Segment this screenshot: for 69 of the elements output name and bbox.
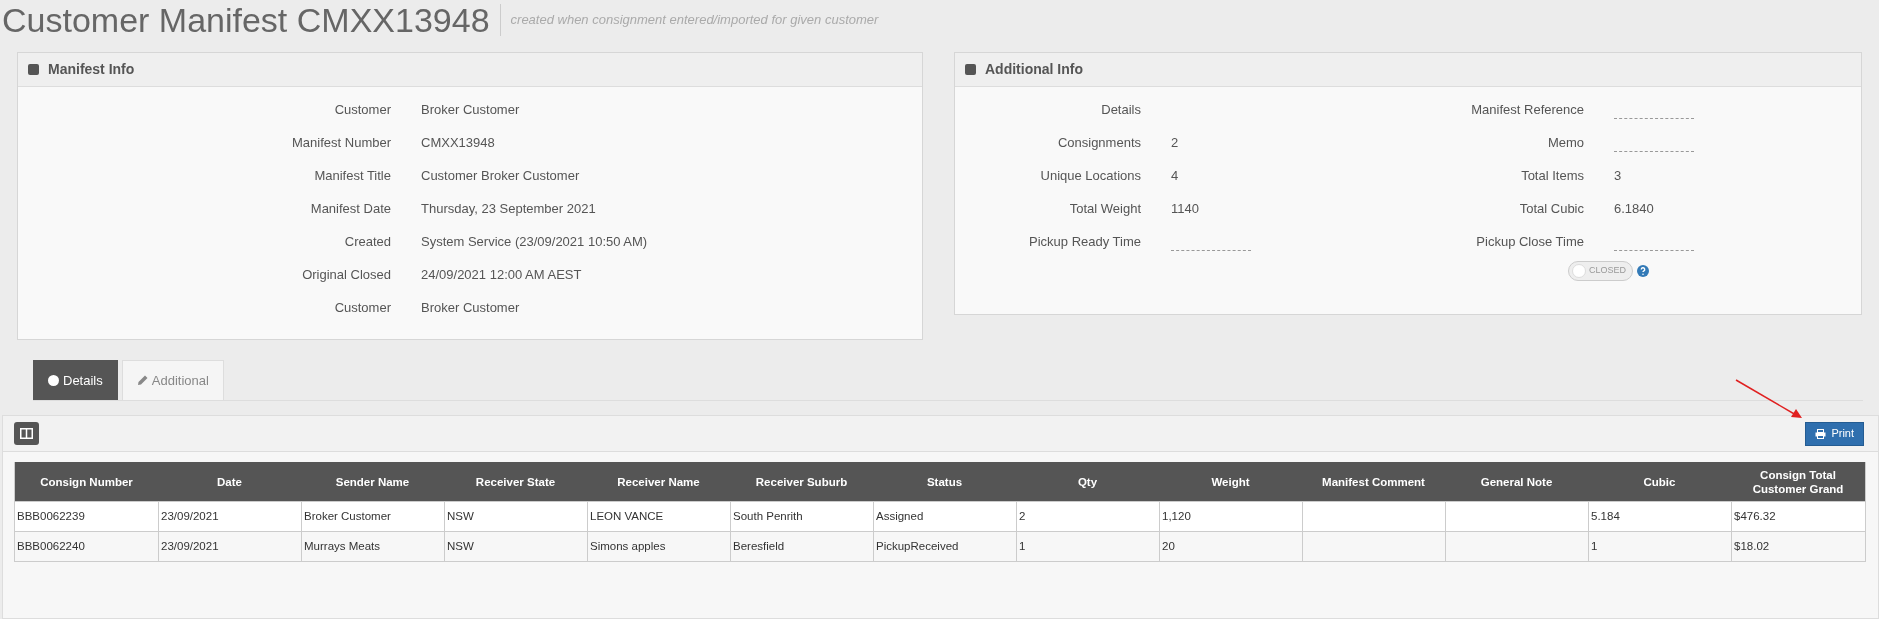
page-subtitle: created when consignment entered/imported for given customer	[510, 11, 879, 30]
column-header[interactable]: Cubic	[1588, 462, 1731, 501]
panel-title: Manifest Info	[48, 60, 135, 79]
field-label: Manifest Number	[291, 134, 391, 152]
printer-icon	[1815, 428, 1827, 439]
field-label: Total Cubic	[1518, 200, 1584, 218]
table-cell: 1	[1016, 532, 1159, 561]
column-header[interactable]: Status	[873, 462, 1016, 501]
field-label: Original Closed	[301, 266, 391, 284]
field-label: Pickup Ready Time	[1028, 233, 1141, 251]
field-value: System Service (23/09/2021 10:50 AM)	[421, 233, 649, 251]
field-value: 2	[1171, 134, 1180, 152]
table-cell-text: BBB0062239	[16, 508, 86, 524]
annotation-arrow	[1734, 378, 1804, 420]
table-cell: Simons apples	[587, 532, 730, 561]
field-label: Customer	[333, 101, 391, 119]
table-cell: 23/09/2021	[158, 532, 301, 561]
field-value: Thursday, 23 September 2021	[421, 200, 597, 218]
field-label: Total Items	[1520, 167, 1584, 185]
field-label: Memo	[1546, 134, 1584, 152]
field-value: CMXX13948	[421, 134, 496, 152]
field-label: Consignments	[1056, 134, 1141, 152]
table-cell: Beresfield	[730, 532, 873, 561]
table-cell: 1	[1588, 532, 1731, 561]
column-header[interactable]: Manifest Comment	[1302, 462, 1445, 501]
circle-icon	[48, 375, 59, 386]
field-label: Manifest Reference	[1470, 101, 1584, 119]
field-value: 3	[1614, 167, 1623, 185]
column-header[interactable]: Date	[158, 462, 301, 501]
field-value: 24/09/2021 12:00 AM AEST	[421, 266, 583, 284]
field-label: Customer	[333, 299, 391, 317]
field-label: Unique Locations	[1039, 167, 1141, 185]
panel-title: Additional Info	[985, 60, 1083, 79]
column-header[interactable]: Sender Name	[301, 462, 444, 501]
field-value: 6.1840	[1614, 200, 1655, 218]
field-value: 1140	[1171, 200, 1200, 218]
field-value: Broker Customer	[421, 101, 521, 119]
table-cell: PickupReceived	[873, 532, 1016, 561]
field-label: Manifest Title	[313, 167, 391, 185]
tab[interactable]: Details	[33, 360, 118, 400]
print-button[interactable]: Print	[1805, 421, 1864, 446]
field-label: Created	[343, 233, 391, 251]
square-icon	[28, 64, 39, 75]
help-icon[interactable]	[1637, 265, 1649, 277]
field-label: Total Weight	[1068, 200, 1141, 218]
column-header[interactable]: Weight	[1159, 462, 1302, 501]
field-value: Broker Customer	[421, 299, 521, 317]
field-value: 4	[1171, 167, 1180, 185]
table-cell-text: BBB0062240	[16, 538, 86, 554]
field-label: Details	[1100, 101, 1141, 119]
square-icon	[965, 64, 976, 75]
field-label: Pickup Close Time	[1475, 233, 1584, 251]
column-header[interactable]: Consign Number	[15, 462, 158, 501]
field-value: Customer Broker Customer	[421, 167, 581, 185]
columns-button[interactable]	[14, 422, 39, 445]
table-cell: 20	[1159, 532, 1302, 561]
page-title: Customer Manifest CMXX13948	[2, 3, 491, 37]
pencil-icon	[136, 375, 148, 386]
column-header[interactable]: Receiver Suburb	[730, 462, 873, 501]
column-header[interactable]: Receiver Name	[587, 462, 730, 501]
table-cell: Murrays Meats	[301, 532, 444, 561]
column-header[interactable]: Receiver State	[444, 462, 587, 501]
column-header[interactable]: Consign Total Customer Grand	[1731, 462, 1865, 501]
columns-icon	[20, 428, 33, 439]
column-header[interactable]: Qty	[1016, 462, 1159, 501]
table-cell: NSW	[444, 532, 587, 561]
column-header[interactable]: General Note	[1445, 462, 1588, 501]
table-cell: $18.02	[1731, 532, 1865, 561]
field-label: Manifest Date	[309, 200, 391, 218]
